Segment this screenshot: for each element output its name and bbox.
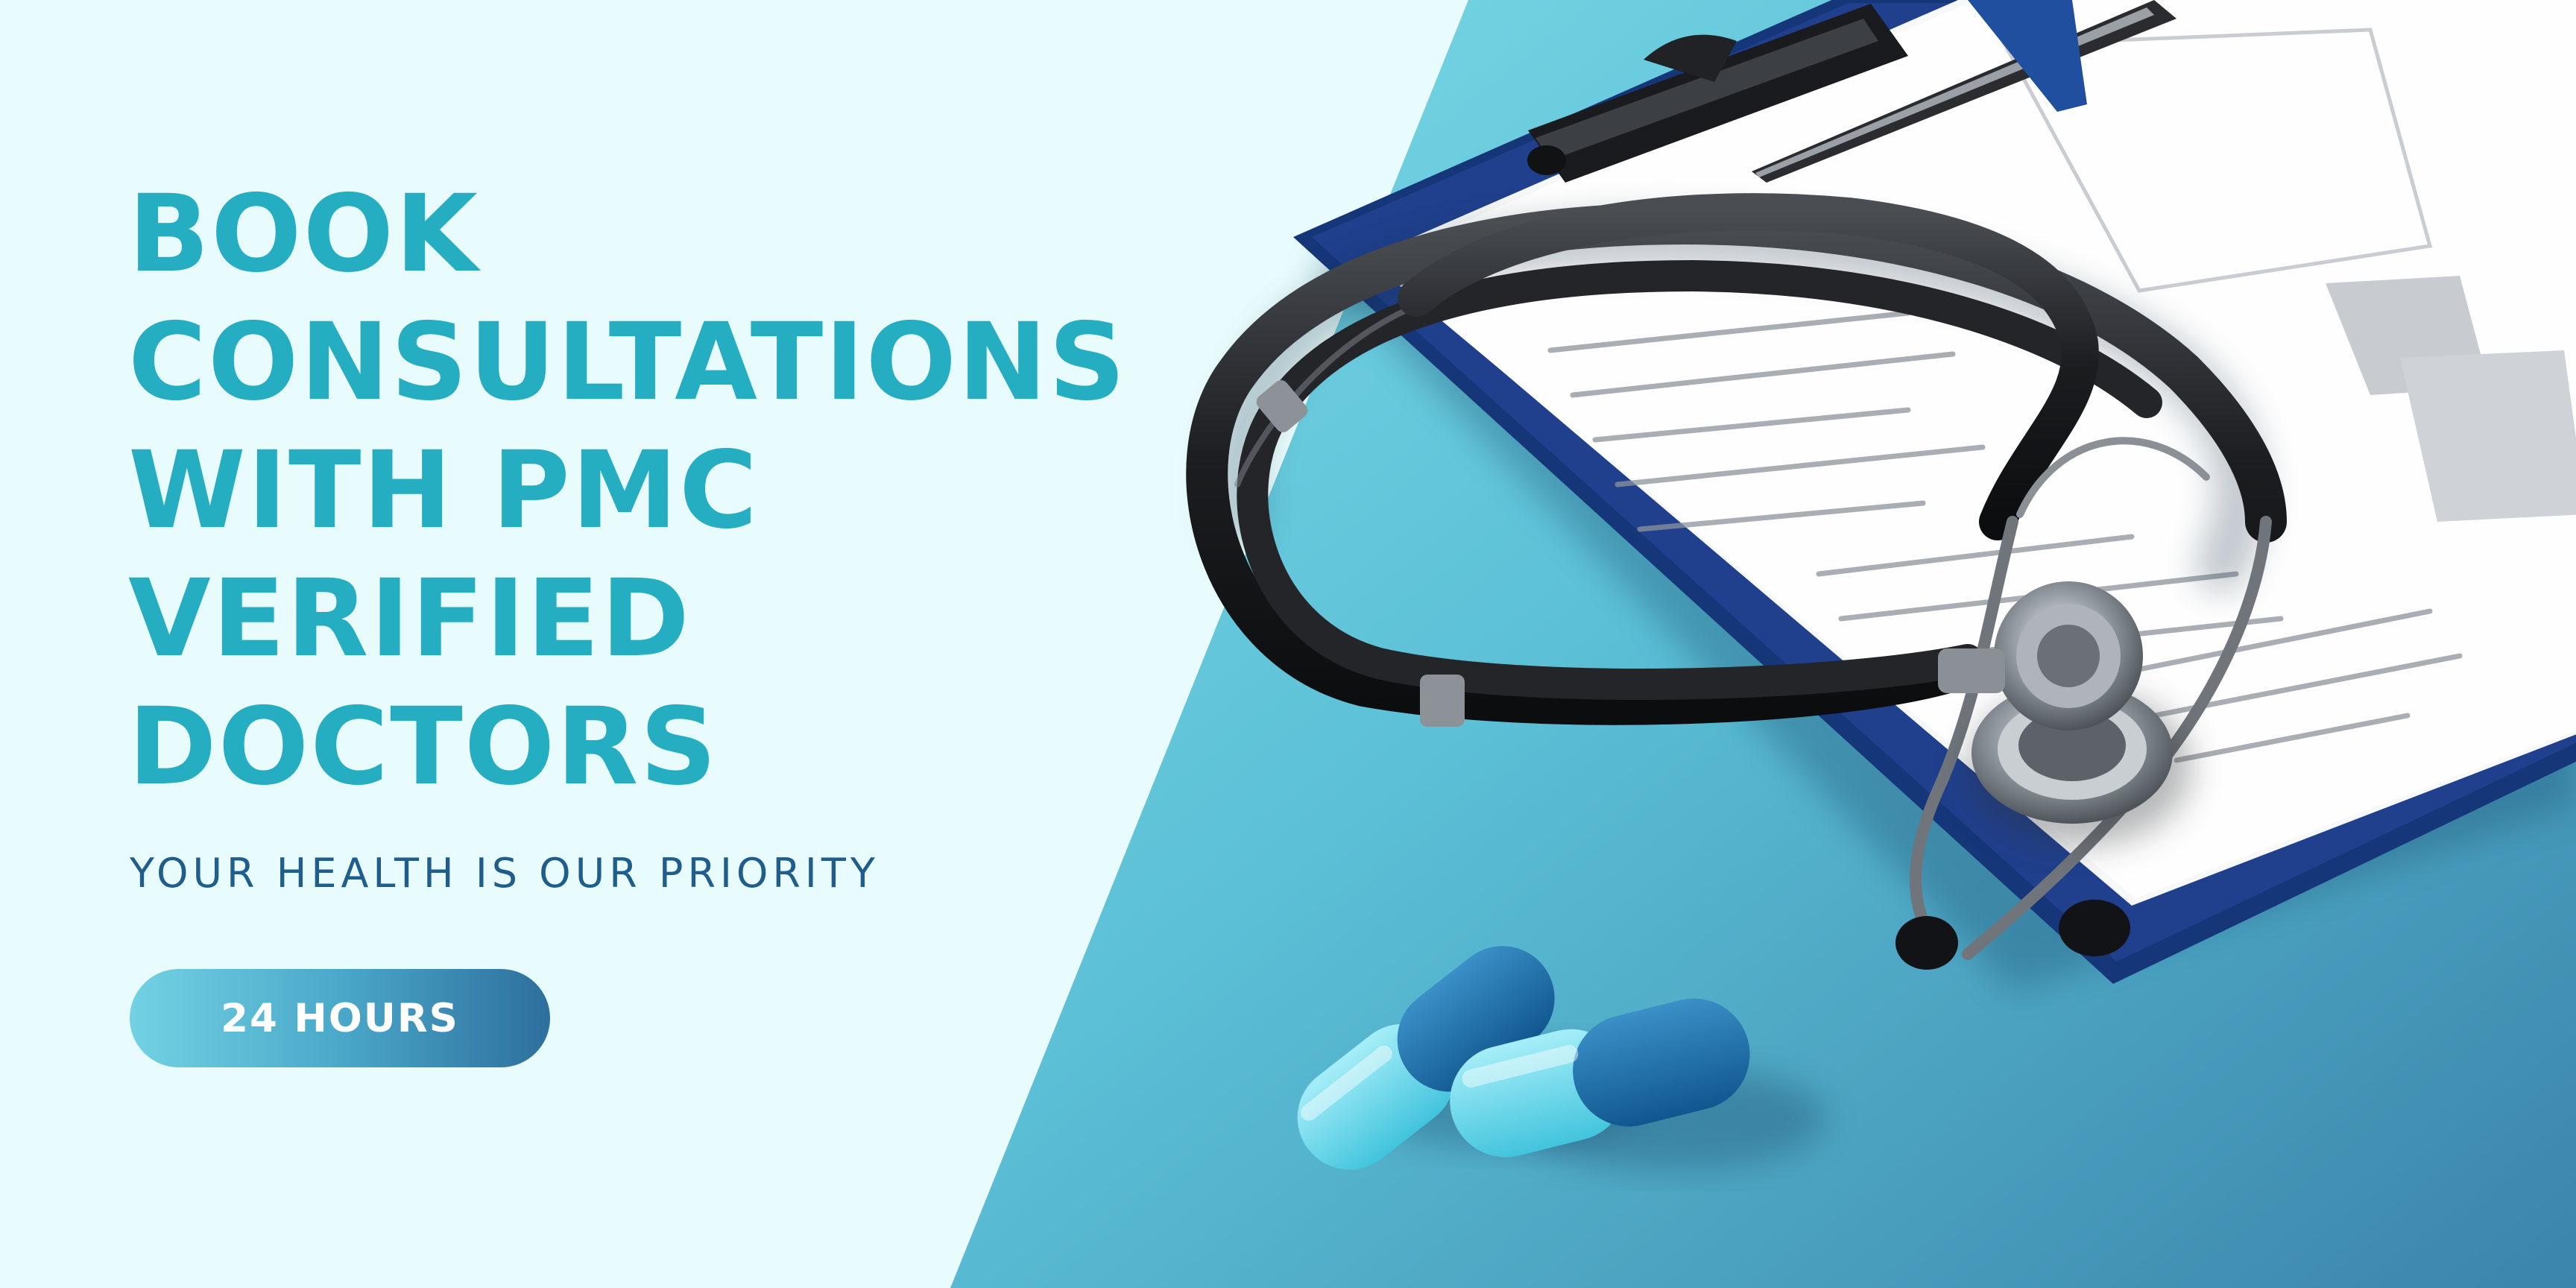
banner: BOOK CONSULTATIONS WITH PMC VERIFIED DOC…	[0, 0, 2576, 1288]
tagline: YOUR HEALTH IS OUR PRIORITY	[130, 850, 880, 897]
headline-line: CONSULTATIONS	[128, 300, 1127, 424]
headline: BOOK CONSULTATIONS WITH PMC VERIFIED DOC…	[128, 170, 1246, 811]
headline-line: WITH PMC	[128, 428, 760, 552]
headline-line: BOOK	[128, 171, 479, 296]
headline-line: VERIFIED	[128, 556, 691, 681]
hours-button[interactable]: 24 HOURS	[130, 969, 550, 1067]
headline-line: DOCTORS	[128, 684, 719, 809]
capsule-icon	[1297, 946, 1826, 1170]
